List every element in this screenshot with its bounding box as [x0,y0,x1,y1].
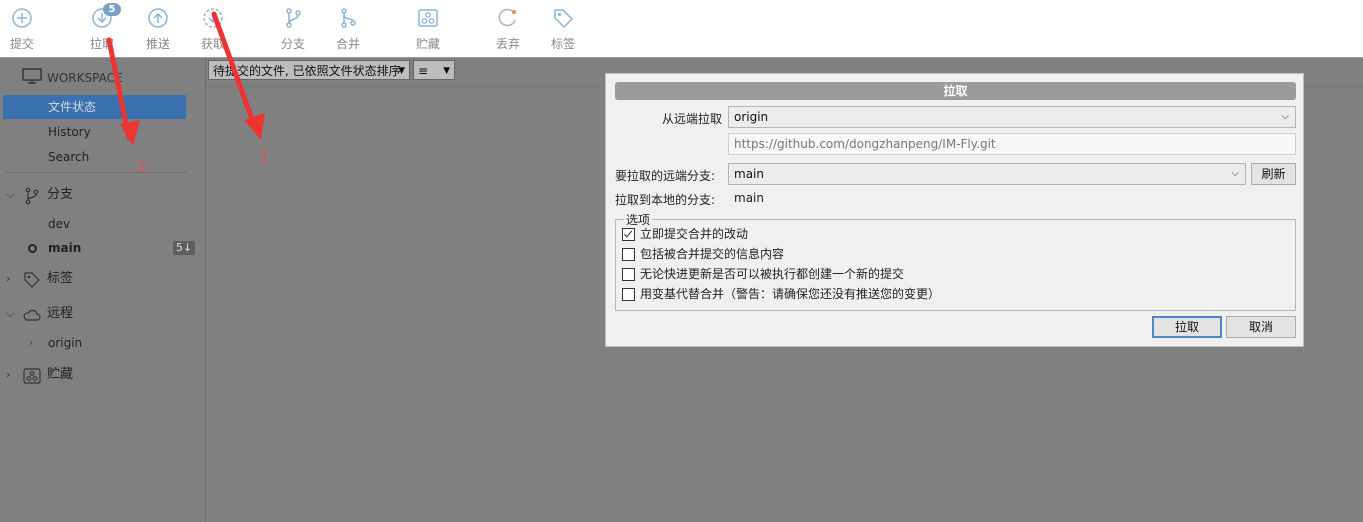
pull-dialog: 拉取 从远端拉取 origin ⌵ https://github.com/don… [605,73,1304,347]
local-branch-value: main [734,191,764,205]
remote-label: 从远端拉取 [662,112,723,126]
pull-confirm-button[interactable]: 拉取 [1152,316,1222,338]
option-label: 用变基代替合并（警告：请确保您还没有推送您的变更） [640,287,941,301]
option-label: 包括被合并提交的信息内容 [640,247,785,261]
remote-branch-label: 要拉取的远端分支: [615,169,716,183]
remote-branch-select[interactable]: main ⌵ [728,163,1246,185]
cancel-button[interactable]: 取消 [1226,316,1296,338]
annotation-number: 2 [137,158,147,176]
chevron-down-icon: ⌵ [1281,111,1289,122]
remote-url-field: https://github.com/dongzhanpeng/IM-Fly.g… [728,133,1296,155]
checkbox[interactable] [622,248,635,261]
option-label: 立即提交合并的改动 [640,227,749,241]
option-label: 无论快进更新是否可以被执行都创建一个新的提交 [640,267,905,281]
dialog-title: 拉取 [615,82,1296,100]
options-group: 选项 立即提交合并的改动 包括被合并提交的信息内容 无论快进更新是否可以被执行都… [615,211,1296,311]
local-branch-label: 拉取到本地的分支: [615,193,716,207]
checkbox[interactable] [622,268,635,281]
refresh-button[interactable]: 刷新 [1251,163,1296,185]
checkbox[interactable] [622,288,635,301]
chevron-down-icon: ⌵ [1231,168,1239,179]
remote-select[interactable]: origin ⌵ [728,106,1296,128]
remote-select-value: origin [734,110,769,124]
annotation-number: 1 [260,148,270,166]
remote-url-value: https://github.com/dongzhanpeng/IM-Fly.g… [734,137,996,151]
remote-branch-value: main [734,167,764,181]
checkbox[interactable] [622,228,635,241]
